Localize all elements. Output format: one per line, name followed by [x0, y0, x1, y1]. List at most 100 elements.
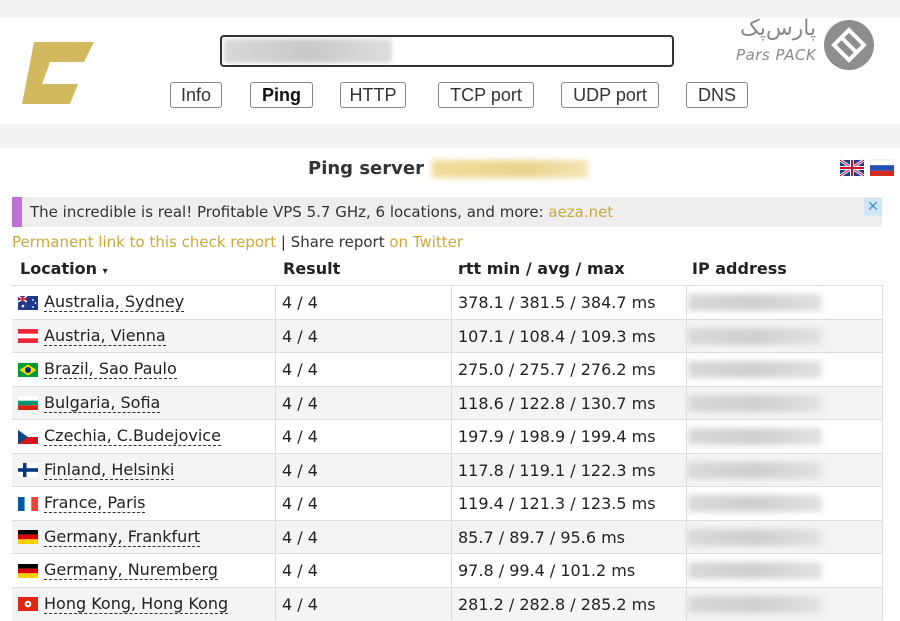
sort-icon: ▾ [102, 266, 108, 277]
rtt-cell: 197.9 / 198.9 / 199.4 ms [458, 427, 656, 446]
france-flag-icon [18, 496, 38, 511]
table-row: Bulgaria, Sofia 4 / 4 118.6 / 122.8 / 13… [12, 385, 883, 420]
column-header-result: Result [283, 259, 341, 278]
location-cell: Austria, Vienna [18, 320, 166, 353]
parspack-badge-icon [824, 20, 874, 70]
share-report-label: Share report [290, 233, 390, 251]
report-links: Permanent link to this check report | Sh… [12, 233, 463, 251]
table-row: Austria, Vienna 4 / 4 107.1 / 108.4 / 10… [12, 318, 883, 353]
germany-flag-icon [18, 530, 38, 544]
rtt-cell: 118.6 / 122.8 / 130.7 ms [458, 393, 656, 413]
table-row: Germany, Nuremberg 4 / 4 97.8 / 99.4 / 1… [12, 553, 883, 587]
blurred-ip-cell [688, 428, 822, 445]
site-logo[interactable] [20, 38, 96, 108]
result-cell: 4 / 4 [282, 360, 318, 379]
location-link[interactable]: Germany, Nuremberg [44, 561, 218, 580]
blurred-ip-cell [688, 495, 822, 512]
blurred-ip-cell [688, 528, 822, 546]
location-cell: Australia, Sydney [18, 286, 185, 319]
tab-dns[interactable]: DNS [686, 82, 748, 108]
parspack-fa-text: پارس‌پک [740, 16, 817, 41]
tab-ping[interactable]: Ping [250, 82, 313, 108]
column-divider [275, 285, 276, 620]
austria-flag-icon [18, 329, 38, 343]
blurred-ip-cell [688, 294, 822, 311]
blurred-ip-cell [688, 562, 822, 579]
column-header-rtt: rtt min / avg / max [458, 259, 625, 278]
australia-flag-icon [18, 295, 38, 310]
blurred-host-value [224, 39, 392, 63]
hong-kong-flag-icon [18, 597, 38, 611]
bulgaria-flag-icon [18, 396, 38, 410]
finland-flag-icon [18, 463, 38, 477]
location-header-label: Location [20, 259, 97, 278]
rtt-cell: 119.4 / 121.3 / 123.5 ms [458, 494, 656, 513]
result-cell: 4 / 4 [282, 393, 318, 413]
table-row: Hong Kong, Hong Kong 4 / 4 281.2 / 282.8… [12, 586, 883, 621]
tab-info[interactable]: Info [170, 82, 222, 108]
host-search-box[interactable] [220, 35, 674, 67]
ad-message: The incredible is real! Profitable VPS 5… [30, 203, 549, 221]
table-row: Australia, Sydney 4 / 4 378.1 / 381.5 / … [12, 285, 883, 319]
ad-banner: The incredible is real! Profitable VPS 5… [12, 197, 882, 227]
ru-flag-icon[interactable] [870, 157, 894, 179]
column-divider [451, 285, 452, 620]
page-title: Ping server [308, 158, 424, 179]
close-icon[interactable]: ✕ [864, 198, 882, 216]
location-cell: Hong Kong, Hong Kong [18, 588, 229, 621]
result-cell: 4 / 4 [282, 594, 318, 614]
twitter-link[interactable]: on Twitter [389, 233, 463, 251]
location-link[interactable]: France, Paris [44, 494, 146, 513]
rtt-cell: 97.8 / 99.4 / 101.2 ms [458, 561, 636, 580]
result-cell: 4 / 4 [282, 293, 318, 312]
table-row: Brazil, Sao Paulo 4 / 4 275.0 / 275.7 / … [12, 352, 883, 386]
table-row: Germany, Frankfurt 4 / 4 85.7 / 89.7 / 9… [12, 519, 883, 554]
rtt-cell: 275.0 / 275.7 / 276.2 ms [458, 360, 656, 379]
uk-flag-icon[interactable] [840, 157, 864, 179]
brazil-flag-icon [18, 362, 38, 377]
location-cell: Brazil, Sao Paulo [18, 353, 177, 386]
column-divider [686, 285, 687, 620]
location-cell: Germany, Frankfurt [18, 521, 201, 554]
rtt-cell: 117.8 / 119.1 / 122.3 ms [458, 460, 656, 480]
table-row: Czechia, C.Budejovice 4 / 4 197.9 / 198.… [12, 419, 883, 453]
parspack-en-text: Pars PACK [736, 46, 817, 64]
location-link[interactable]: Czechia, C.Budejovice [44, 427, 221, 446]
ad-link[interactable]: aeza.net [548, 203, 613, 221]
location-link[interactable]: Australia, Sydney [44, 293, 185, 312]
result-cell: 4 / 4 [282, 561, 318, 580]
blurred-ip-cell [688, 361, 822, 378]
links-divider: | [276, 233, 291, 251]
location-cell: Czechia, C.Budejovice [18, 420, 221, 453]
location-link[interactable]: Finland, Helsinki [44, 460, 175, 480]
host-input[interactable] [398, 37, 672, 65]
blurred-ip-cell [688, 595, 822, 613]
table-row: Finland, Helsinki 4 / 4 117.8 / 119.1 / … [12, 452, 883, 487]
column-header-location[interactable]: Location ▾ [20, 259, 108, 278]
location-link[interactable]: Germany, Frankfurt [44, 527, 201, 547]
blurred-ip-cell [688, 327, 822, 345]
location-link[interactable]: Austria, Vienna [44, 326, 166, 346]
blurred-ip-cell [688, 461, 822, 479]
column-header-ip: IP address [692, 259, 787, 278]
location-link[interactable]: Brazil, Sao Paulo [44, 360, 177, 379]
blurred-ip-cell [688, 394, 822, 412]
result-cell: 4 / 4 [282, 527, 318, 547]
rtt-cell: 281.2 / 282.8 / 285.2 ms [458, 594, 656, 614]
location-link[interactable]: Hong Kong, Hong Kong [44, 594, 229, 614]
rtt-cell: 378.1 / 381.5 / 384.7 ms [458, 293, 656, 312]
germany-flag-icon [18, 563, 38, 578]
result-cell: 4 / 4 [282, 460, 318, 480]
location-cell: France, Paris [18, 487, 146, 520]
parspack-watermark: پارس‌پک Pars PACK [734, 16, 884, 76]
permanent-link[interactable]: Permanent link to this check report [12, 233, 276, 251]
tab-udp-port[interactable]: UDP port [561, 82, 659, 108]
result-cell: 4 / 4 [282, 427, 318, 446]
rtt-cell: 85.7 / 89.7 / 95.6 ms [458, 527, 626, 547]
tab-tcp-port[interactable]: TCP port [438, 82, 534, 108]
location-link[interactable]: Bulgaria, Sofia [44, 393, 161, 413]
tab-http[interactable]: HTTP [340, 82, 406, 108]
location-cell: Germany, Nuremberg [18, 554, 218, 587]
blurred-target-ip [432, 160, 588, 178]
rtt-cell: 107.1 / 108.4 / 109.3 ms [458, 326, 656, 346]
